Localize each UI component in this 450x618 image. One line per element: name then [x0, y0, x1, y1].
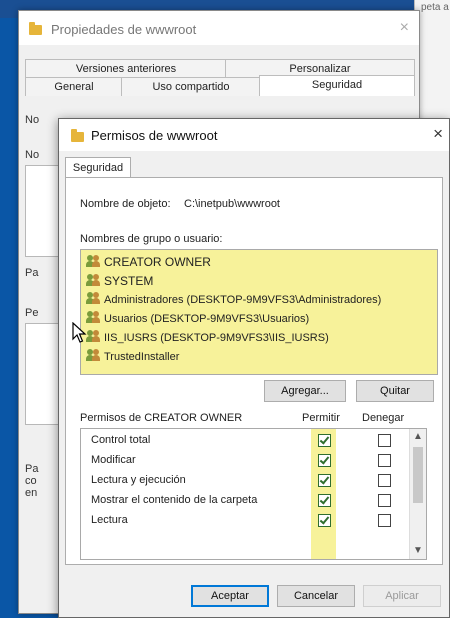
list-item[interactable]: Administradores (DESKTOP-9M9VFS3\Adminis… [86, 292, 381, 308]
folder-icon [29, 22, 42, 35]
allow-checkbox[interactable] [318, 494, 331, 507]
table-row: Control total [81, 431, 411, 451]
dialog-titlebar: Permisos de wwwroot × [59, 119, 449, 151]
table-row: Lectura [81, 511, 411, 531]
group-name: TrustedInstaller [104, 351, 180, 363]
permission-name: Control total [91, 434, 151, 446]
breadcrumb: peta a [421, 2, 449, 13]
outer-groups-list[interactable] [25, 165, 61, 257]
table-row: Mostrar el contenido de la carpeta [81, 491, 411, 511]
allow-checkbox[interactable] [318, 454, 331, 467]
users-icon [86, 311, 102, 323]
permission-name: Lectura y ejecución [91, 474, 186, 486]
tab-versiones-anteriores[interactable]: Versiones anteriores [25, 59, 227, 78]
outer-label-fragment: Pa [25, 267, 39, 279]
group-name: Administradores (DESKTOP-9M9VFS3\Adminis… [104, 294, 382, 306]
list-item[interactable]: CREATOR OWNER [86, 254, 211, 270]
mouse-cursor-icon [72, 322, 87, 343]
outer-label-fragment: co [25, 475, 37, 487]
list-item[interactable]: IIS_IUSRS (DESKTOP-9M9VFS3\IIS_IUSRS) [86, 330, 329, 346]
users-icon [86, 274, 102, 286]
allow-checkbox[interactable] [318, 514, 331, 527]
permissions-scrollbar[interactable]: ▲ ▼ [409, 429, 426, 559]
tab-seguridad[interactable]: Seguridad [259, 75, 415, 96]
outer-label-fragment: No [25, 114, 40, 126]
allow-checkbox[interactable] [318, 434, 331, 447]
group-name: Usuarios (DESKTOP-9M9VFS3\Usuarios) [104, 313, 310, 325]
permission-name: Mostrar el contenido de la carpeta [91, 494, 258, 506]
chevron-up-icon[interactable]: ▲ [410, 429, 426, 445]
cancel-button[interactable]: Cancelar [277, 585, 355, 607]
security-panel: Nombre de objeto: C:\inetpub\wwwroot Nom… [65, 177, 443, 565]
users-icon [86, 349, 102, 361]
object-name-value: C:\inetpub\wwwroot [184, 198, 280, 210]
permissions-list[interactable]: Control total Modificar Lectura y ejecuc… [80, 428, 427, 560]
groups-label: Nombres de grupo o usuario: [80, 233, 223, 245]
chevron-down-icon[interactable]: ▼ [410, 543, 426, 559]
permission-name: Modificar [91, 454, 136, 466]
allow-header: Permitir [302, 412, 340, 424]
tab-seguridad-dialog[interactable]: Seguridad [65, 157, 131, 178]
scroll-thumb[interactable] [413, 447, 423, 503]
table-row: Modificar [81, 451, 411, 471]
users-icon [86, 255, 102, 267]
group-name: IIS_IUSRS (DESKTOP-9M9VFS3\IIS_IUSRS) [104, 332, 329, 344]
outer-label-fragment: Pe [25, 307, 39, 319]
properties-titlebar: Propiedades de wwwroot × [19, 11, 419, 45]
users-icon [86, 330, 102, 342]
object-name-label: Nombre de objeto: [80, 198, 171, 210]
close-icon[interactable]: × [433, 124, 443, 144]
deny-checkbox[interactable] [378, 454, 391, 467]
groups-list[interactable]: CREATOR OWNER SYSTEM Administradores (DE… [80, 249, 438, 375]
folder-icon [71, 129, 84, 142]
deny-header: Denegar [362, 412, 405, 424]
permissions-dialog: Permisos de wwwroot × Seguridad Nombre d… [58, 118, 450, 618]
outer-label-fragment: No [25, 149, 40, 161]
tab-uso-compartido[interactable]: Uso compartido [121, 77, 261, 96]
deny-checkbox[interactable] [378, 514, 391, 527]
deny-checkbox[interactable] [378, 474, 391, 487]
dialog-title: Permisos de wwwroot [91, 128, 218, 143]
permission-name: Lectura [91, 514, 128, 526]
list-item[interactable]: Usuarios (DESKTOP-9M9VFS3\Usuarios) [86, 311, 309, 327]
list-item[interactable]: TrustedInstaller [86, 349, 179, 365]
ok-button[interactable]: Aceptar [191, 585, 269, 607]
allow-checkbox[interactable] [318, 474, 331, 487]
group-name: CREATOR OWNER [104, 255, 211, 269]
deny-checkbox[interactable] [378, 434, 391, 447]
tab-general[interactable]: General [25, 77, 123, 96]
close-icon[interactable]: × [400, 19, 409, 37]
add-button[interactable]: Agregar... [264, 380, 346, 402]
permissions-label: Permisos de CREATOR OWNER [80, 412, 243, 424]
outer-label-fragment: Pa [25, 463, 39, 475]
apply-button[interactable]: Aplicar [363, 585, 441, 607]
users-icon [86, 292, 102, 304]
properties-title: Propiedades de wwwroot [51, 22, 197, 37]
deny-checkbox[interactable] [378, 494, 391, 507]
group-name: SYSTEM [104, 274, 154, 288]
table-row: Lectura y ejecución [81, 471, 411, 491]
outer-permissions-list[interactable] [25, 323, 61, 425]
outer-label-fragment: en [25, 487, 38, 499]
remove-button[interactable]: Quitar [356, 380, 434, 402]
list-item[interactable]: SYSTEM [86, 273, 153, 289]
